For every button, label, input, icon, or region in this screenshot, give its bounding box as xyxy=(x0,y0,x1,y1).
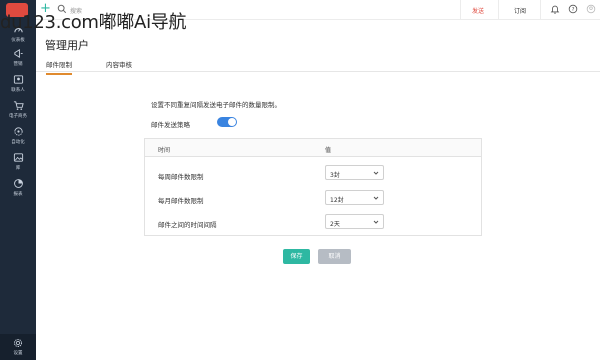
row-label-monthly: 每月邮件数限制 xyxy=(158,197,204,205)
divider xyxy=(498,0,499,20)
sidebar-item-settings[interactable]: 设置 xyxy=(0,334,36,360)
column-header-time: 时间 xyxy=(158,147,171,154)
megaphone-icon xyxy=(13,49,23,58)
tab-bar: 邮件限制 内容审核 xyxy=(36,56,600,75)
limits-table: 时间 值 每周邮件数限制 3封 每月邮件数限制 12封 邮件之间的时间间隔 2天 xyxy=(144,138,482,236)
sidebar-item-marketing[interactable]: 营销 xyxy=(0,48,36,67)
toggle-knob xyxy=(228,118,236,126)
help-icon[interactable]: ? xyxy=(568,4,578,14)
table-header: 时间 值 xyxy=(145,139,481,157)
limits-description: 设置不同重复间隔发送电子邮件的数量限制。 xyxy=(151,101,281,109)
strategy-label: 邮件发送策略 xyxy=(151,121,190,129)
divider xyxy=(540,0,541,20)
sidebar-item-label: 电子商务 xyxy=(9,114,27,119)
sidebar-item-label: 库 xyxy=(15,166,21,171)
chevron-down-icon xyxy=(373,196,379,200)
user-icon[interactable] xyxy=(586,4,596,14)
monthly-limit-select[interactable]: 12封 xyxy=(325,190,384,205)
page-title: 管理用户 xyxy=(45,39,89,52)
interval-select[interactable]: 2天 xyxy=(325,214,384,229)
image-library-icon xyxy=(13,153,23,162)
divider xyxy=(460,0,461,20)
cancel-button[interactable]: 取消 xyxy=(318,249,351,264)
row-label-weekly: 每周邮件数限制 xyxy=(158,173,204,181)
sidebar-item-label: 报表 xyxy=(13,192,23,197)
svg-text:?: ? xyxy=(572,7,575,13)
tab-content-review[interactable]: 内容审核 xyxy=(106,59,132,69)
strategy-toggle[interactable] xyxy=(217,117,237,127)
automation-icon xyxy=(13,127,23,136)
chevron-down-icon xyxy=(373,220,379,224)
select-value: 3封 xyxy=(330,172,340,179)
tab-email-limits[interactable]: 邮件限制 xyxy=(46,59,72,75)
sidebar-item-label: 联系人 xyxy=(11,88,25,93)
sidebar-item-ecommerce[interactable]: 电子商务 xyxy=(0,100,36,119)
contacts-icon xyxy=(13,75,23,84)
sidebar-item-automation[interactable]: 自动化 xyxy=(0,126,36,145)
cart-icon xyxy=(13,101,24,110)
subscribe-link[interactable]: 订阅 xyxy=(514,6,526,15)
select-value: 12封 xyxy=(330,197,344,204)
column-header-value: 值 xyxy=(325,147,332,154)
weekly-limit-select[interactable]: 3封 xyxy=(325,165,384,180)
pie-chart-icon xyxy=(13,179,23,188)
sidebar-item-contacts[interactable]: 联系人 xyxy=(0,74,36,93)
sidebar-item-label: 营销 xyxy=(13,62,23,67)
chevron-down-icon xyxy=(373,171,379,175)
save-button[interactable]: 保存 xyxy=(283,249,310,264)
bell-icon[interactable] xyxy=(550,4,560,14)
sidebar-item-reports[interactable]: 报表 xyxy=(0,178,36,197)
watermark-text: du123.com嘟嘟Ai导航 xyxy=(0,12,187,33)
gear-icon xyxy=(14,339,22,347)
row-label-interval: 邮件之间的时间间隔 xyxy=(158,221,217,229)
send-link[interactable]: 发送 xyxy=(472,6,484,15)
sidebar-item-label: 仪表板 xyxy=(11,38,25,43)
sidebar-item-label: 设置 xyxy=(13,351,23,356)
sidebar-item-library[interactable]: 库 xyxy=(0,152,36,171)
sidebar: 仪表板 营销 联系人 电子商务 自动化 库 报表 设置 xyxy=(0,0,36,360)
select-value: 2天 xyxy=(330,221,340,228)
sidebar-item-label: 自动化 xyxy=(11,140,25,145)
